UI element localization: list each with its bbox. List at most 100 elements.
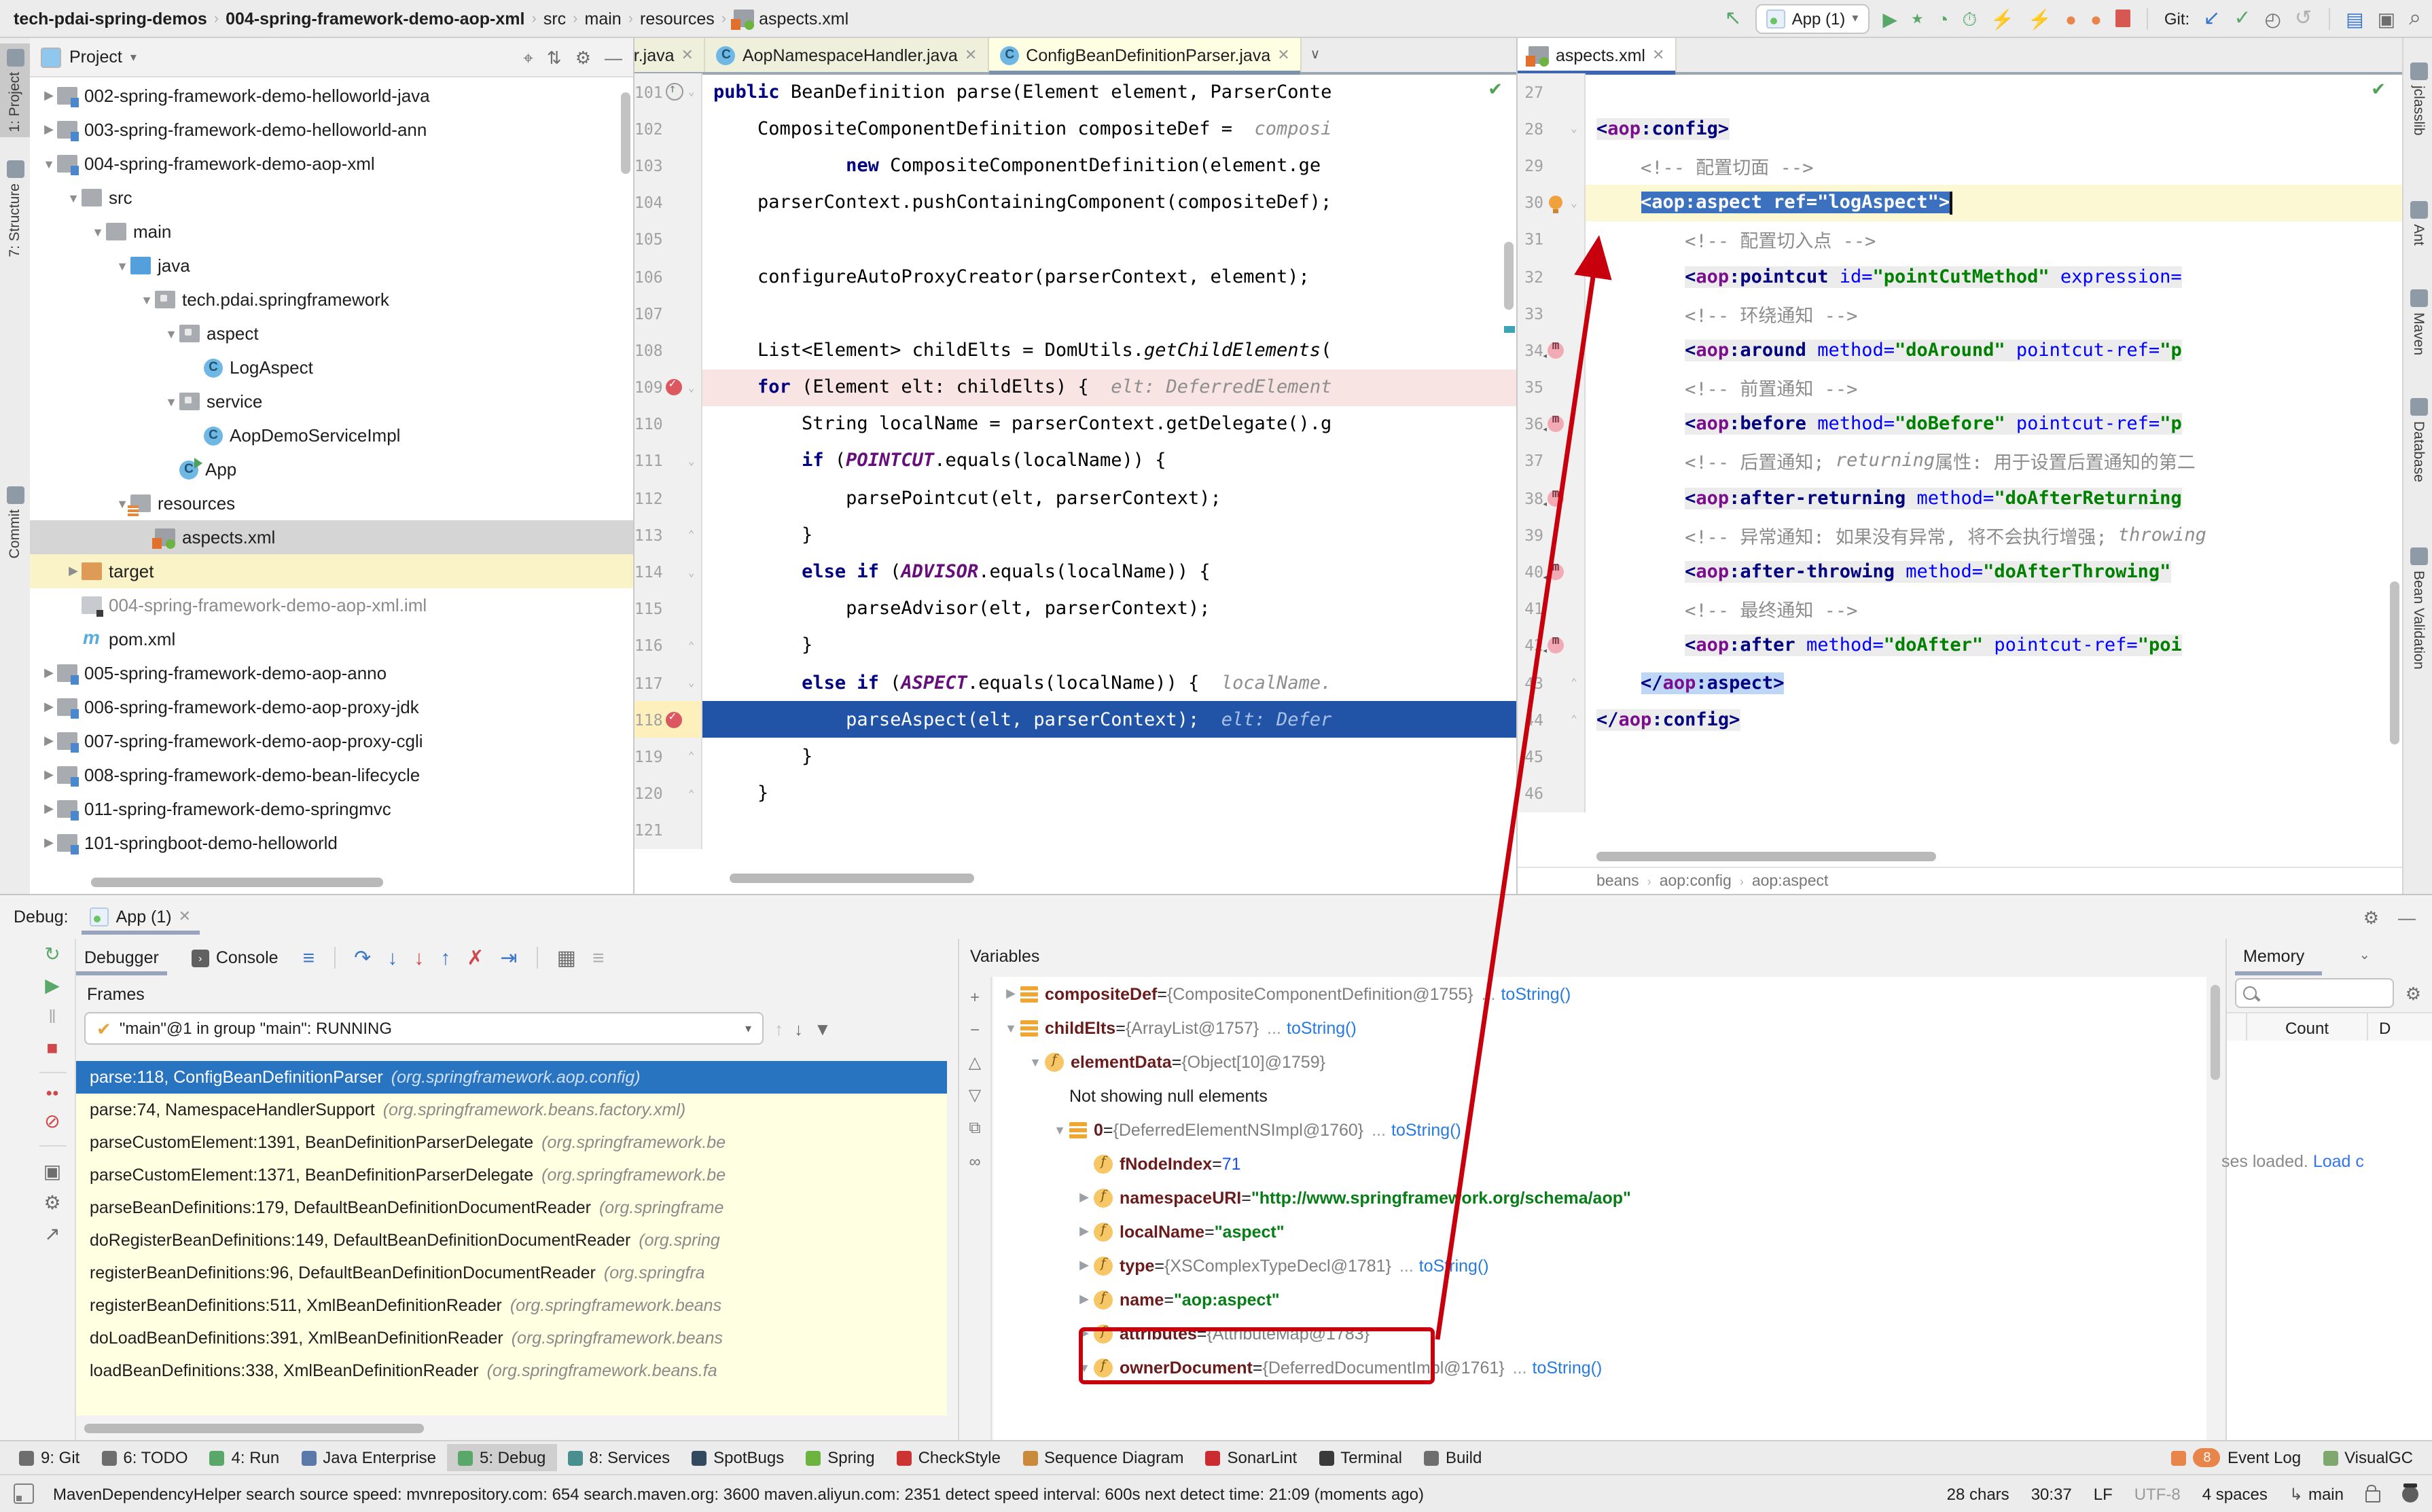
variable-row[interactable]: ▶localName = "aspect" (993, 1214, 2206, 1248)
toolwindow-button-event-log[interactable]: 8Event Log (2161, 1444, 2312, 1471)
code-line[interactable]: 109⌄ for (Element elt: childElts) { elt:… (634, 369, 1516, 406)
add-watch-icon[interactable]: + (970, 988, 980, 1007)
prev-frame-icon[interactable]: ↑ (774, 1020, 783, 1037)
editor-tab[interactable]: AopNamespaceHandler.java✕ (706, 38, 989, 72)
mute-breakpoints-icon[interactable]: ⊘ (44, 1111, 60, 1130)
run-to-cursor-icon[interactable]: ⇥ (500, 948, 517, 968)
variables-vscrollbar[interactable] (2211, 985, 2220, 1080)
profiler-icon[interactable]: ⏱ (1962, 9, 1977, 28)
view-breakpoints-icon[interactable]: ●● (46, 1088, 58, 1099)
tree-expand-icon[interactable]: ▶ (1075, 1258, 1094, 1273)
fold-marker-icon[interactable]: ⌃ (685, 787, 697, 799)
stack-frame-row[interactable]: parse:118, ConfigBeanDefinitionParser(or… (76, 1061, 947, 1094)
toolwindow-button-8-services[interactable]: 8: Services (556, 1444, 681, 1471)
editor-tab[interactable]: ConfigBeanDefinitionParser.java✕ (989, 38, 1302, 72)
back-arrow-icon[interactable]: ↖ (1724, 8, 1741, 29)
code-line[interactable]: 38 <aop:after-returning method="doAfterR… (1518, 480, 2402, 516)
code-line[interactable]: 28⌄<aop:config> (1518, 110, 2402, 147)
toolwindow-button-spring[interactable]: Spring (795, 1444, 885, 1471)
locate-file-icon[interactable]: ⌖ (523, 48, 533, 66)
tree-expand-icon[interactable]: ▶ (65, 564, 82, 579)
tostring-link[interactable]: toString() (1501, 984, 1571, 1003)
code-line[interactable]: 40 <aop:after-throwing method="doAfterTh… (1518, 554, 2402, 590)
breadcrumb-item[interactable]: src (541, 9, 569, 28)
variable-row[interactable]: ▼0 = {DeferredElementNSImpl@1760}...toSt… (993, 1113, 2206, 1147)
variable-row[interactable]: Not showing null elements (993, 1079, 2206, 1113)
move-up-icon[interactable]: △ (969, 1053, 981, 1072)
xml-breadcrumb-item[interactable]: aop:aspect (1752, 873, 1829, 889)
hide-panel-icon[interactable]: ― (605, 48, 622, 66)
tree-item[interactable]: ▼tech.pdai.springframework (30, 283, 633, 317)
pause-icon[interactable]: ‖ (48, 1007, 56, 1026)
breakpoint-icon[interactable] (666, 379, 682, 395)
code-line[interactable]: 118 parseAspect(elt, parserContext); elt… (634, 701, 1516, 738)
fold-marker-icon[interactable]: ⌃ (685, 751, 697, 763)
aop-advice-icon[interactable] (1548, 490, 1564, 506)
tool-strip-item[interactable]: Bean Validation (2403, 547, 2432, 670)
variable-row[interactable]: ▼elementData = {Object[10]@1759} (993, 1045, 2206, 1079)
remove-watch-icon[interactable]: − (970, 1020, 980, 1039)
debug-session-tab[interactable]: App (1) ✕ (82, 902, 199, 932)
tree-expand-icon[interactable]: ▶ (41, 88, 57, 103)
tool-strip-item[interactable]: 7: Structure (0, 160, 30, 257)
history-clock-icon[interactable]: ◴ (2265, 9, 2281, 28)
xml-breadcrumb-item[interactable]: beans (1596, 873, 1639, 889)
tree-expand-icon[interactable]: ▶ (41, 835, 57, 850)
stack-frame-row[interactable]: parseCustomElement:1371, BeanDefinitionP… (76, 1159, 947, 1191)
watch-all-icon[interactable]: ∞ (969, 1152, 980, 1171)
code-line[interactable]: 45 (1518, 738, 2402, 775)
tostring-link[interactable]: toString() (1391, 1120, 1461, 1139)
tool-strip-item[interactable]: Maven (2403, 289, 2432, 355)
tool-strip-item[interactable]: Commit (0, 486, 30, 558)
memory-table-header[interactable]: Count D (2227, 1012, 2432, 1045)
gear-icon[interactable]: ⚙ (575, 48, 591, 66)
variable-row[interactable]: ▶type = {XSComplexTypeDecl@1781}...toStr… (993, 1248, 2206, 1282)
stack-frame-row[interactable]: doRegisterBeanDefinitions:149, DefaultBe… (76, 1224, 947, 1257)
breadcrumb-item[interactable]: 004-spring-framework-demo-aop-xml (223, 9, 527, 28)
breadcrumb-item[interactable]: main (582, 9, 624, 28)
fold-marker-icon[interactable]: ⌃ (1568, 677, 1580, 689)
filter-frames-icon[interactable]: ▼ (814, 1020, 831, 1037)
status-line-ending[interactable]: LF (2094, 1484, 2113, 1503)
toolwindow-button-spotbugs[interactable]: SpotBugs (681, 1444, 795, 1471)
project-panel-header[interactable]: Project ▾ ⌖ ⇅ ⚙ ― (30, 38, 633, 77)
tree-item[interactable]: ▶005-spring-framework-demo-aop-anno (30, 656, 633, 690)
code-line[interactable]: 29 <!-- 配置切面 --> (1518, 147, 2402, 184)
run-anything-icon[interactable]: ▣ (2378, 9, 2395, 28)
pin-icon[interactable]: ↗ (44, 1224, 60, 1243)
tree-expand-icon[interactable]: ▶ (1075, 1292, 1094, 1307)
code-line[interactable]: 27 (1518, 73, 2402, 110)
run-play-icon[interactable]: ▶ (1882, 9, 1897, 28)
tree-item[interactable]: ▼src (30, 181, 633, 215)
fold-marker-icon[interactable]: ⌄ (1568, 123, 1580, 135)
git-update-icon[interactable]: ↙ (2203, 8, 2220, 29)
stack-frame-row[interactable]: parseCustomElement:1391, BeanDefinitionP… (76, 1126, 947, 1159)
attach-profiler-icon[interactable]: ● (2065, 9, 2077, 28)
tree-collapse-icon[interactable]: ▼ (41, 157, 57, 170)
tool-strip-item[interactable]: Ant (2403, 201, 2432, 246)
tree-expand-icon[interactable]: ▶ (1075, 1224, 1094, 1239)
attach-debugger-icon[interactable]: ● (2090, 9, 2102, 28)
trace-settings-icon[interactable]: ≡ (592, 948, 605, 968)
tree-collapse-icon[interactable]: ▼ (1050, 1123, 1069, 1136)
code-line[interactable]: 34 <aop:around method="doAround" pointcu… (1518, 332, 2402, 369)
variable-row[interactable]: fNodeIndex = 71 (993, 1147, 2206, 1181)
fold-marker-icon[interactable]: ⌄ (685, 677, 697, 689)
tree-item[interactable]: ▼aspect (30, 317, 633, 350)
stack-frame-row[interactable]: doLoadBeanDefinitions:391, XmlBeanDefini… (76, 1322, 947, 1354)
debug-lightning-disabled-icon[interactable]: ⚡ (2028, 9, 2052, 28)
variable-row[interactable]: ▶compositeDef = {CompositeComponentDefin… (993, 977, 2206, 1011)
code-line[interactable]: 108 List<Element> childElts = DomUtils.g… (634, 332, 1516, 369)
toolwindow-button-sequence-diagram[interactable]: Sequence Diagram (1012, 1444, 1194, 1471)
stop-icon[interactable] (2115, 10, 2130, 27)
tree-expand-icon[interactable]: ▶ (41, 802, 57, 816)
editor-tab[interactable]: ator.java✕ (634, 38, 706, 72)
stack-frame-row[interactable]: registerBeanDefinitions:96, DefaultBeanD… (76, 1257, 947, 1289)
step-into-icon[interactable]: ↓ (387, 948, 397, 968)
project-tree-vscrollbar[interactable] (621, 92, 630, 174)
fold-marker-icon[interactable]: ⌄ (685, 381, 697, 393)
move-down-icon[interactable]: ▽ (969, 1085, 981, 1104)
toolwindow-button-6-todo[interactable]: 6: TODO (90, 1444, 198, 1471)
tree-item[interactable]: ▼main (30, 215, 633, 249)
tool-strip-item[interactable]: 1: Project (0, 43, 30, 138)
